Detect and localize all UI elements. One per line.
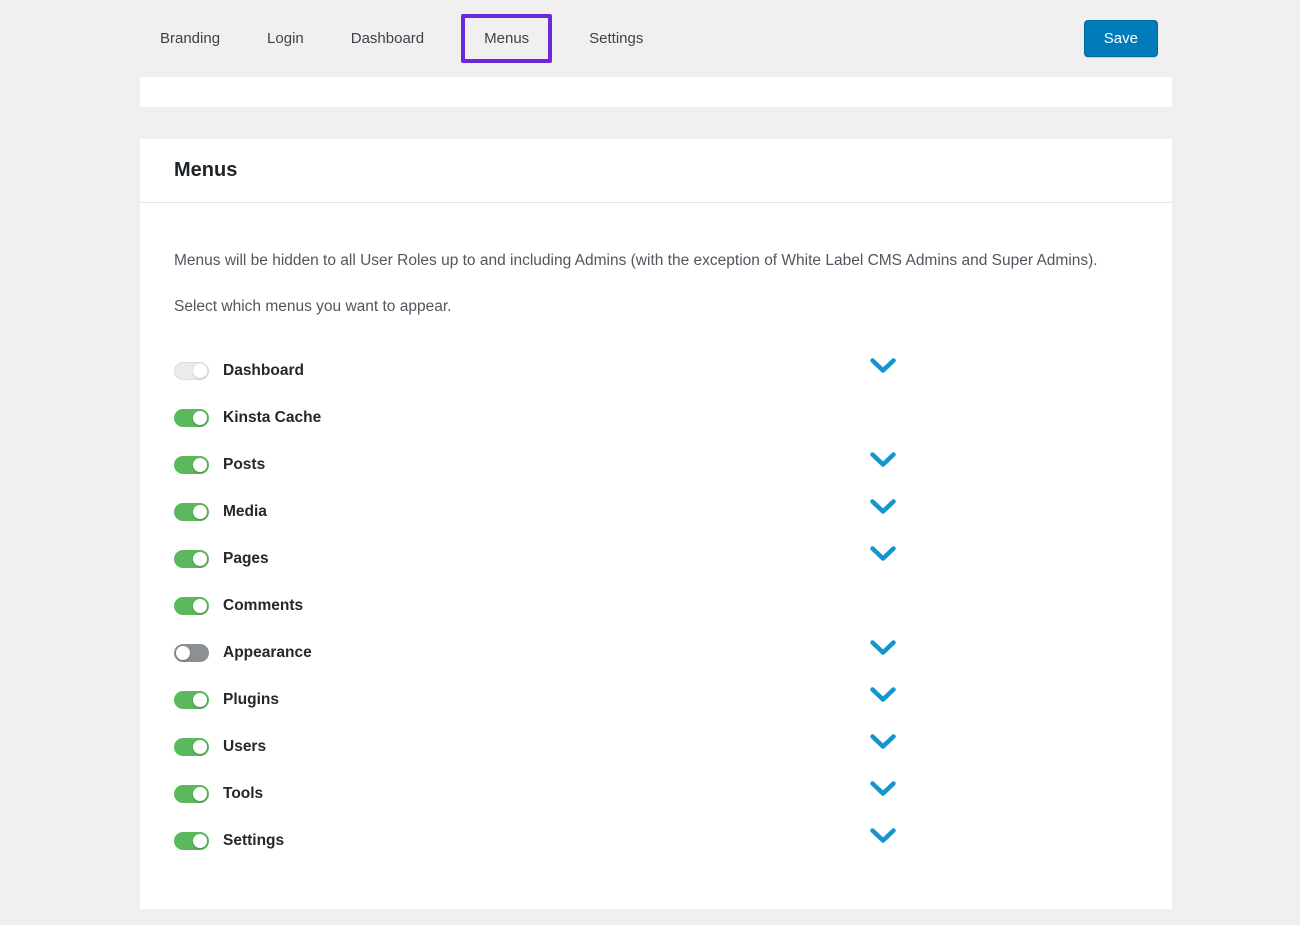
chevron-down-icon[interactable] bbox=[870, 639, 896, 656]
toggle-knob bbox=[176, 646, 190, 660]
toggle-knob bbox=[193, 834, 207, 848]
menu-row-pages: Pages bbox=[174, 535, 1138, 582]
tab-branding[interactable]: Branding bbox=[150, 30, 230, 47]
chevron-down-icon[interactable] bbox=[870, 545, 896, 562]
save-button[interactable]: Save bbox=[1084, 20, 1158, 57]
menu-row-tools: Tools bbox=[174, 770, 1138, 817]
menu-label: Dashboard bbox=[223, 362, 870, 380]
toggle-knob bbox=[193, 552, 207, 566]
menu-row-settings: Settings bbox=[174, 817, 1138, 864]
toggle-knob bbox=[193, 364, 207, 378]
users-toggle[interactable] bbox=[174, 738, 209, 756]
menu-label: Tools bbox=[223, 785, 870, 803]
posts-toggle[interactable] bbox=[174, 456, 209, 474]
media-toggle[interactable] bbox=[174, 503, 209, 521]
tab-dashboard[interactable]: Dashboard bbox=[341, 30, 434, 47]
pages-toggle[interactable] bbox=[174, 550, 209, 568]
previous-panel-edge bbox=[140, 77, 1172, 107]
menu-label: Posts bbox=[223, 456, 870, 474]
menu-row-appearance: Appearance bbox=[174, 629, 1138, 676]
chevron-down-icon[interactable] bbox=[870, 686, 896, 703]
toggle-knob bbox=[193, 693, 207, 707]
menu-label: Pages bbox=[223, 550, 870, 568]
panel-header: Menus bbox=[140, 139, 1172, 203]
menu-list: Dashboard Kinsta Cache Posts Media Pages Comm… bbox=[174, 347, 1138, 864]
menu-row-comments: Comments bbox=[174, 582, 1138, 629]
tab-menus[interactable]: Menus bbox=[461, 14, 552, 63]
toggle-knob bbox=[193, 458, 207, 472]
kinsta-cache-toggle[interactable] bbox=[174, 409, 209, 427]
panel-body: Menus will be hidden to all User Roles u… bbox=[140, 203, 1172, 864]
menu-row-plugins: Plugins bbox=[174, 676, 1138, 723]
page: Branding Login Dashboard Menus Settings Save… bbox=[0, 0, 1300, 909]
chevron-down-icon[interactable] bbox=[870, 733, 896, 750]
toggle-knob bbox=[193, 411, 207, 425]
top-navigation: Branding Login Dashboard Menus Settings Save bbox=[0, 0, 1300, 77]
chevron-down-icon[interactable] bbox=[870, 827, 896, 844]
panel-description: Menus will be hidden to all User Roles u… bbox=[174, 247, 1129, 275]
appearance-toggle[interactable] bbox=[174, 644, 209, 662]
toggle-knob bbox=[193, 787, 207, 801]
toggle-knob bbox=[193, 740, 207, 754]
chevron-down-icon[interactable] bbox=[870, 357, 896, 374]
chevron-down-icon[interactable] bbox=[870, 780, 896, 797]
menus-panel: Menus Menus will be hidden to all User R… bbox=[140, 139, 1172, 909]
menu-label: Users bbox=[223, 738, 870, 756]
panel-instruction: Select which menus you want to appear. bbox=[174, 293, 1129, 321]
menu-row-dashboard: Dashboard bbox=[174, 347, 1138, 394]
dashboard-toggle[interactable] bbox=[174, 362, 209, 380]
menu-label: Kinsta Cache bbox=[223, 409, 870, 427]
comments-toggle[interactable] bbox=[174, 597, 209, 615]
chevron-down-icon[interactable] bbox=[870, 498, 896, 515]
menu-row-media: Media bbox=[174, 488, 1138, 535]
menu-label: Appearance bbox=[223, 644, 870, 662]
plugins-toggle[interactable] bbox=[174, 691, 209, 709]
menu-label: Comments bbox=[223, 597, 870, 615]
menu-row-kinsta-cache: Kinsta Cache bbox=[174, 394, 1138, 441]
menu-row-users: Users bbox=[174, 723, 1138, 770]
toggle-knob bbox=[193, 599, 207, 613]
toggle-knob bbox=[193, 505, 207, 519]
tab-login[interactable]: Login bbox=[257, 30, 314, 47]
panel-title: Menus bbox=[174, 159, 1138, 182]
tab-settings[interactable]: Settings bbox=[579, 30, 653, 47]
menu-label: Settings bbox=[223, 832, 870, 850]
tools-toggle[interactable] bbox=[174, 785, 209, 803]
menu-row-posts: Posts bbox=[174, 441, 1138, 488]
menu-label: Media bbox=[223, 503, 870, 521]
menu-label: Plugins bbox=[223, 691, 870, 709]
nav-tabs: Branding Login Dashboard Menus Settings bbox=[150, 14, 653, 63]
chevron-down-icon[interactable] bbox=[870, 451, 896, 468]
settings-toggle[interactable] bbox=[174, 832, 209, 850]
